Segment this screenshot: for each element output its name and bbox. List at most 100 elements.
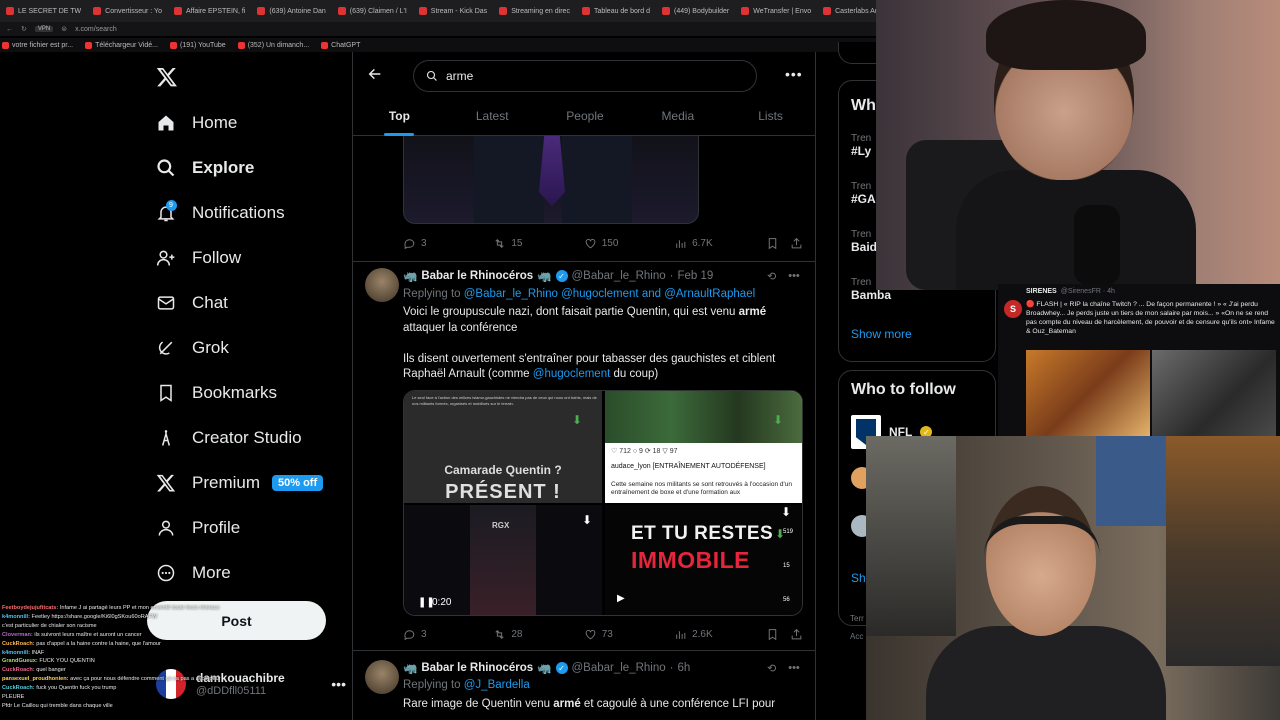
author-name[interactable]: Babar le Rhinocéros xyxy=(421,662,533,674)
previous-tweet-media[interactable] xyxy=(403,136,699,224)
like-button[interactable]: 150 xyxy=(584,237,674,250)
tab-latest[interactable]: Latest xyxy=(446,102,539,136)
like-button[interactable]: 73 xyxy=(584,628,674,641)
more-horizontal-icon[interactable]: ••• xyxy=(331,676,346,692)
avatar[interactable] xyxy=(365,268,399,302)
more-horizontal-icon[interactable]: ••• xyxy=(788,662,800,675)
views-button[interactable]: 6.7K xyxy=(674,237,766,250)
mention-link[interactable]: @J_Bardella xyxy=(464,679,530,691)
home-icon xyxy=(156,113,176,133)
footer-link[interactable]: Acc xyxy=(850,632,863,641)
nav-item-explore[interactable]: Explore xyxy=(156,145,356,190)
tab-lists[interactable]: Lists xyxy=(724,102,815,136)
download-icon[interactable]: ⬇ xyxy=(781,505,791,519)
bookmark-item[interactable]: votre fichier est pr... xyxy=(2,41,73,49)
author-handle[interactable]: @Babar_le_Rhino xyxy=(572,270,666,282)
tab-people[interactable]: People xyxy=(539,102,632,136)
tab-top[interactable]: Top xyxy=(353,102,446,136)
chat-message: PLEURE xyxy=(2,694,25,701)
browser-tab[interactable]: LE SECRET DE TW xyxy=(4,7,83,15)
grok-icon[interactable]: ⟲ xyxy=(767,270,776,283)
repost-button[interactable]: 28 xyxy=(493,628,583,641)
nav-item-notifications[interactable]: 9 Notifications xyxy=(156,190,356,235)
download-icon[interactable]: ⬇ xyxy=(582,513,592,527)
nav-item-chat[interactable]: Chat xyxy=(156,280,356,325)
reply-button[interactable]: 3 xyxy=(403,237,493,250)
vpn-badge[interactable]: VPN xyxy=(34,26,54,32)
views-button[interactable]: 2.6K xyxy=(674,628,766,641)
nav-item-creator-studio[interactable]: Creator Studio xyxy=(156,415,356,460)
tab-media[interactable]: Media xyxy=(631,102,724,136)
chat-message: CuckRoach: fuck you Quentin fuck you tru… xyxy=(2,685,117,692)
more-horizontal-icon[interactable]: ••• xyxy=(785,66,803,82)
nav-label: Bookmarks xyxy=(192,382,278,402)
site-info-icon[interactable]: ⊜ xyxy=(61,25,67,33)
nav-label: Grok xyxy=(192,337,229,357)
url-text[interactable]: x.com/search xyxy=(75,26,117,33)
bookmark-button[interactable] xyxy=(766,628,790,641)
trend-item[interactable]: Tren #GA xyxy=(851,181,876,206)
browser-tab[interactable]: Affaire EPSTEIN, fi xyxy=(172,7,247,15)
media-video-2[interactable]: ET TU RESTES IMMOBILE ▶ ⬇ ⬇ 519 15 56 xyxy=(605,505,802,615)
search-icon xyxy=(156,158,176,178)
nav-item-home[interactable]: Home xyxy=(156,100,356,145)
trend-item[interactable]: Tren Baid xyxy=(851,229,877,254)
browser-tab[interactable]: (639) Antoine Dan xyxy=(255,7,327,15)
browser-tab[interactable]: (639) Claimen / L'I xyxy=(336,7,409,15)
verified-badge-icon: ✓ xyxy=(555,662,568,674)
tweet-date[interactable]: 6h xyxy=(678,662,691,674)
nav-item-follow[interactable]: Follow xyxy=(156,235,356,280)
nav-item-bookmarks[interactable]: Bookmarks xyxy=(156,370,356,415)
repost-button[interactable]: 15 xyxy=(493,237,583,250)
overlay-image xyxy=(1026,350,1150,436)
share-button[interactable] xyxy=(790,237,803,250)
refresh-icon[interactable]: ↻ xyxy=(21,25,27,33)
x-logo-icon[interactable] xyxy=(156,66,178,88)
reply-button[interactable]: 3 xyxy=(403,628,493,641)
bookmark-item[interactable]: (191) YouTube xyxy=(170,41,226,49)
download-icon[interactable]: ⬇ xyxy=(572,413,582,427)
more-horizontal-icon[interactable]: ••• xyxy=(788,270,800,283)
browser-address-bar[interactable]: ← ↻ VPN ⊜ x.com/search xyxy=(0,22,880,36)
search-box[interactable] xyxy=(413,60,757,92)
search-input[interactable] xyxy=(446,69,726,83)
tweet-date[interactable]: Feb 19 xyxy=(678,270,714,282)
bookmark-item[interactable]: (352) Un dimanch... xyxy=(237,41,309,49)
browser-tab[interactable]: (449) Bodybuilder xyxy=(660,7,731,15)
media-figure xyxy=(562,136,632,223)
browser-tab[interactable]: Casterlabs Auth xyxy=(821,7,880,15)
nav-item-more[interactable]: More xyxy=(156,550,356,595)
back-arrow-icon[interactable] xyxy=(367,66,383,82)
avatar[interactable] xyxy=(365,660,399,694)
heart-icon xyxy=(585,629,596,639)
author-name[interactable]: Babar le Rhinocéros xyxy=(421,270,533,282)
replying-to: Replying to @Babar_le_Rhino @hugoclement… xyxy=(403,288,756,300)
back-nav-icon[interactable]: ← xyxy=(6,26,13,33)
browser-tab[interactable]: Stream - Kick Das xyxy=(417,7,489,15)
grok-icon[interactable]: ⟲ xyxy=(767,662,776,675)
browser-tab[interactable]: Streaming en direc xyxy=(497,7,572,15)
footer-link[interactable]: Terr xyxy=(850,614,864,623)
media-image-2[interactable]: ♡ 712 ○ 9 ⟳ 18 ▽ 97 audace_lyon [ENTRAÎN… xyxy=(605,391,802,503)
browser-tab[interactable]: Convertisseur : Yo xyxy=(91,7,164,15)
bookmark-item[interactable]: ChatGPT xyxy=(321,41,360,49)
mention-link[interactable]: @Babar_le_Rhino @hugoclement and @Arnaul… xyxy=(464,288,755,300)
share-button[interactable] xyxy=(790,628,803,641)
chat-message: k4monnill: Feetley https://share.google/… xyxy=(2,613,158,620)
author-handle[interactable]: @Babar_le_Rhino xyxy=(572,662,666,674)
bookmark-item[interactable]: Téléchargeur Vidé... xyxy=(85,41,158,49)
tweet-header: 🦏 Babar le Rhinocéros 🦏 ✓ @Babar_le_Rhin… xyxy=(403,270,714,283)
browser-tab[interactable]: WeTransfer | Envo xyxy=(739,7,813,15)
trend-item[interactable]: Tren #Ly xyxy=(851,133,871,158)
nav-item-profile[interactable]: Profile xyxy=(156,505,356,550)
nav-item-grok[interactable]: Grok xyxy=(156,325,356,370)
bookmark-button[interactable] xyxy=(766,237,790,250)
download-icon[interactable]: ⬇ xyxy=(773,413,783,427)
nav-item-premium[interactable]: Premium 50% off xyxy=(156,460,356,505)
media-video-1[interactable]: RGX ❚❚ 0:20 ⬇ xyxy=(404,505,602,615)
show-more-link[interactable]: Show more xyxy=(851,327,912,341)
browser-tab[interactable]: Tableau de bord d xyxy=(580,7,652,15)
play-icon[interactable]: ▶ xyxy=(617,593,625,604)
media-image-1[interactable]: Le seul face à l'action des milices isla… xyxy=(404,391,602,503)
mention-link[interactable]: @hugoclement xyxy=(533,368,611,380)
